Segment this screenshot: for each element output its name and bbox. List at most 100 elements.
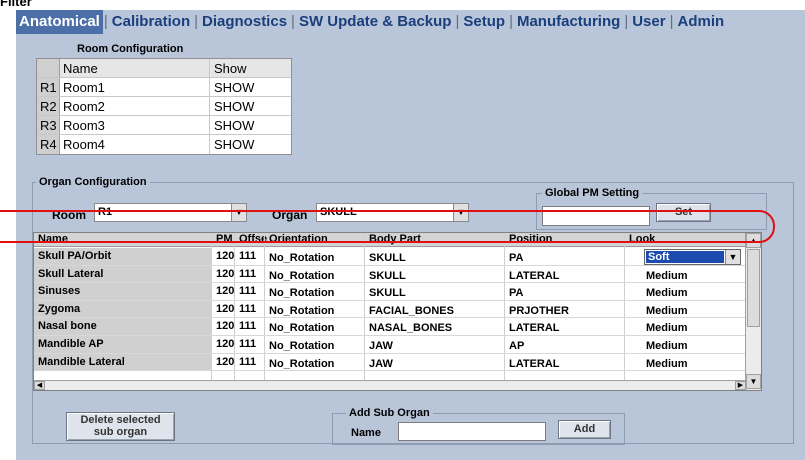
organ-body-part[interactable]: SKULL	[369, 250, 406, 267]
col-look[interactable]: Look	[629, 233, 655, 245]
table-row[interactable]: Skull Lateral 120 111 No_Rotation SKULL …	[34, 265, 746, 285]
organ-orientation[interactable]: No_Rotation	[269, 338, 334, 355]
room-show[interactable]: SHOW	[210, 135, 291, 154]
grid-horizontal-scrollbar[interactable]: ◀ ▶	[34, 380, 746, 390]
organ-orientation[interactable]: No_Rotation	[269, 268, 334, 285]
organ-orientation[interactable]: No_Rotation	[269, 303, 334, 320]
organ-pm[interactable]: 120	[216, 336, 234, 353]
organ-body-part[interactable]: SKULL	[369, 285, 406, 302]
organ-orientation[interactable]: No_Rotation	[269, 320, 334, 337]
room-config-title: Room Configuration	[77, 43, 184, 55]
room-name[interactable]: Room4	[60, 135, 210, 154]
scroll-right-icon[interactable]: ▶	[735, 381, 746, 390]
organ-offset[interactable]: 111	[239, 318, 256, 335]
tab-admin[interactable]: Admin	[674, 10, 727, 34]
scroll-thumb[interactable]	[747, 249, 760, 327]
organ-orientation[interactable]: No_Rotation	[269, 285, 334, 302]
tab-diagnostics[interactable]: Diagnostics	[199, 10, 290, 34]
room-select[interactable]: R1 ▼	[94, 203, 247, 222]
organ-position[interactable]: LATERAL	[509, 320, 560, 337]
room-row[interactable]: R3 Room3 SHOW	[37, 116, 291, 135]
chevron-down-icon[interactable]: ▼	[725, 250, 740, 264]
tab-setup[interactable]: Setup	[460, 10, 508, 34]
room-show[interactable]: SHOW	[210, 116, 291, 134]
table-row[interactable]: Skull PA/Orbit 120 111 No_Rotation SKULL…	[34, 248, 746, 266]
organ-look[interactable]: Medium	[646, 356, 688, 373]
grid-header: Name PM Offse Orientation Body Part Posi…	[34, 233, 746, 247]
organ-select[interactable]: SKULL ▼	[316, 203, 469, 222]
tab-sw-update-backup[interactable]: SW Update & Backup	[296, 10, 455, 34]
organ-body-part[interactable]: JAW	[369, 356, 393, 373]
table-row[interactable]: Sinuses 120 111 No_Rotation SKULL PA Med…	[34, 283, 746, 301]
organ-offset[interactable]: 111	[239, 354, 256, 371]
table-row[interactable]: Mandible Lateral 120 111 No_Rotation JAW…	[34, 353, 746, 373]
organ-look[interactable]: Medium	[646, 303, 688, 320]
sub-organ-name-input[interactable]	[398, 422, 546, 441]
tab-user[interactable]: User	[629, 10, 668, 34]
room-name[interactable]: Room2	[60, 97, 210, 115]
room-row[interactable]: R2 Room2 SHOW	[37, 97, 291, 116]
table-row[interactable]: Zygoma 120 111 No_Rotation FACIAL_BONES …	[34, 300, 746, 320]
organ-position[interactable]: LATERAL	[509, 268, 560, 285]
table-row[interactable]: Mandible AP 120 111 No_Rotation JAW AP M…	[34, 336, 746, 354]
organ-config-title: Organ Configuration	[36, 176, 150, 188]
organ-name: Skull PA/Orbit	[34, 248, 211, 265]
col-orientation[interactable]: Orientation	[269, 233, 328, 245]
tab-manufacturing[interactable]: Manufacturing	[514, 10, 623, 34]
look-select[interactable]: Soft ▼	[644, 249, 741, 265]
col-body-part[interactable]: Body Part	[369, 233, 421, 245]
organ-body-part[interactable]: FACIAL_BONES	[369, 303, 454, 320]
organ-look[interactable]: Medium	[646, 268, 688, 285]
organ-position[interactable]: AP	[509, 338, 524, 355]
global-pm-title: Global PM Setting	[542, 187, 643, 199]
room-row[interactable]: R4 Room4 SHOW	[37, 135, 291, 154]
room-label: Room	[52, 208, 86, 222]
organ-position[interactable]: PA	[509, 285, 523, 302]
chevron-down-icon[interactable]: ▼	[231, 204, 246, 221]
organ-look[interactable]: Medium	[646, 285, 688, 302]
organ-body-part[interactable]: NASAL_BONES	[369, 320, 452, 337]
col-name[interactable]: Name	[38, 233, 68, 245]
organ-pm[interactable]: 120	[216, 354, 234, 371]
organ-orientation[interactable]: No_Rotation	[269, 356, 334, 373]
organ-pm[interactable]: 120	[216, 248, 234, 265]
organ-body-part[interactable]: SKULL	[369, 268, 406, 285]
room-name[interactable]: Room1	[60, 78, 210, 96]
set-button[interactable]: Set	[656, 203, 711, 222]
chevron-down-icon[interactable]: ▼	[453, 204, 468, 221]
organ-pm[interactable]: 120	[216, 318, 234, 335]
organ-body-part[interactable]: JAW	[369, 338, 393, 355]
col-pm[interactable]: PM	[216, 233, 233, 245]
room-show[interactable]: SHOW	[210, 97, 291, 115]
organ-look[interactable]: Medium	[646, 338, 688, 355]
global-pm-input[interactable]	[542, 206, 650, 226]
organ-offset[interactable]: 111	[239, 248, 256, 265]
tab-calibration[interactable]: Calibration	[109, 10, 193, 34]
room-row[interactable]: R1 Room1 SHOW	[37, 78, 291, 97]
organ-pm[interactable]: 120	[216, 283, 234, 300]
delete-sub-organ-button[interactable]: Delete selected sub organ	[66, 412, 175, 441]
organ-pm[interactable]: 120	[216, 266, 234, 283]
organ-look[interactable]: Medium	[646, 320, 688, 337]
organ-position[interactable]: PA	[509, 250, 523, 267]
organ-position[interactable]: LATERAL	[509, 356, 560, 373]
organ-position[interactable]: PRJOTHER	[509, 303, 569, 320]
organ-select-value: SKULL	[320, 206, 357, 218]
tab-anatomical[interactable]: Anatomical	[16, 10, 103, 34]
room-name[interactable]: Room3	[60, 116, 210, 134]
add-button[interactable]: Add	[558, 420, 611, 439]
organ-offset[interactable]: 111	[239, 283, 256, 300]
table-row[interactable]: Nasal bone 120 111 No_Rotation NASAL_BON…	[34, 318, 746, 336]
col-position[interactable]: Position	[509, 233, 552, 245]
organ-name: Skull Lateral	[34, 265, 211, 283]
organ-offset[interactable]: 111	[239, 266, 256, 283]
organ-offset[interactable]: 111	[239, 336, 256, 353]
organ-offset[interactable]: 111	[239, 301, 256, 318]
scroll-down-icon[interactable]: ▼	[746, 374, 761, 389]
grid-vertical-scrollbar[interactable]: ▲ ▼	[745, 233, 761, 390]
organ-pm[interactable]: 120	[216, 301, 234, 318]
organ-orientation[interactable]: No_Rotation	[269, 250, 334, 267]
room-show[interactable]: SHOW	[210, 78, 291, 96]
scroll-up-icon[interactable]: ▲	[746, 233, 761, 248]
scroll-left-icon[interactable]: ◀	[34, 381, 45, 390]
